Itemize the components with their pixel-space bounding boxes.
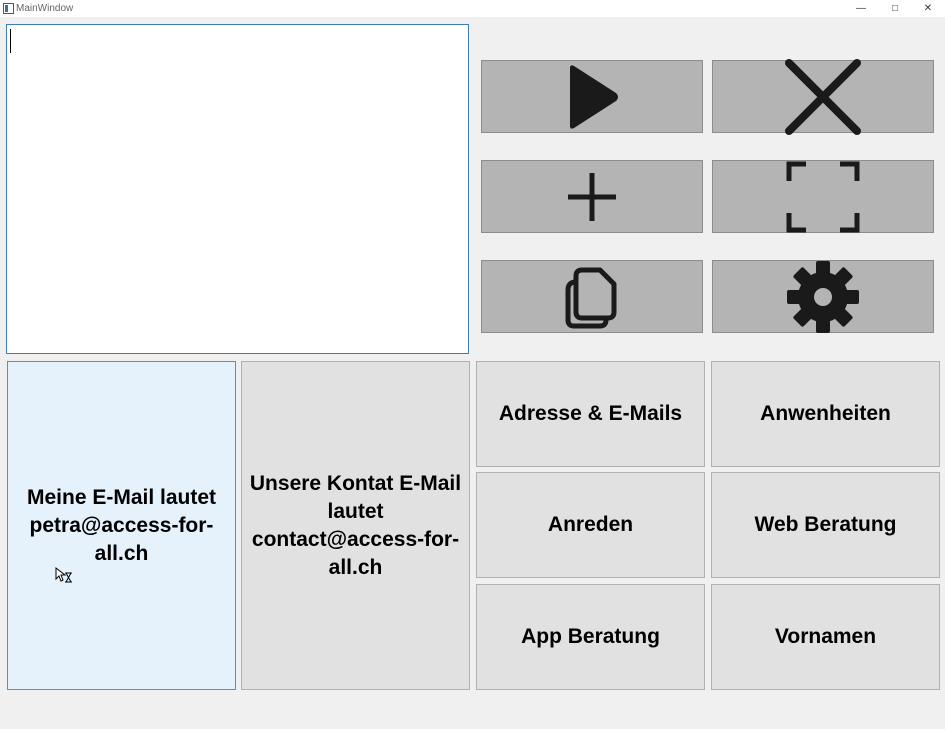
add-button[interactable] [481,160,703,233]
settings-button[interactable] [712,260,934,333]
copy-button[interactable] [481,260,703,333]
our-contact-button[interactable]: Unsere Kontat E-Mail lautet contact@acce… [241,361,470,690]
category-attendance-label: Anwenheiten [760,402,891,425]
category-app-consulting[interactable]: App Beratung [476,584,705,690]
category-web-consulting-label: Web Beratung [754,513,897,536]
category-first-names-label: Vornamen [774,625,877,648]
category-salutations-label: Anreden [547,513,634,536]
play-icon [570,64,618,129]
category-address-emails-label: Adresse & E-Mails [498,402,683,425]
category-app-consulting-label: App Beratung [521,625,660,648]
text-caret [10,29,11,53]
category-salutations[interactable]: Anreden [476,472,705,578]
fullscreen-icon [786,161,860,232]
play-button[interactable] [481,60,703,133]
window-title: MainWindow [16,3,74,14]
close-icon [785,58,861,135]
category-first-names[interactable]: Vornamen [711,584,940,690]
category-web-consulting[interactable]: Web Beratung [711,472,940,578]
fullscreen-button[interactable] [712,160,934,233]
close-window-button[interactable]: ✕ [911,0,945,17]
text-input-area[interactable] [6,24,469,354]
my-email-label: Meine E-Mail lautet petra@access-for-all… [26,485,217,565]
minimize-button[interactable]: — [844,0,878,17]
plus-icon [568,172,616,221]
category-address-emails[interactable]: Adresse & E-Mails [476,361,705,467]
app-icon [3,3,14,14]
busy-cursor-icon [55,567,72,583]
title-bar: MainWindow — □ ✕ [0,0,945,17]
copy-icon [565,267,617,328]
category-attendance[interactable]: Anwenheiten [711,361,940,467]
our-contact-label: Unsere Kontat E-Mail lautet contact@acce… [249,471,462,579]
close-button[interactable] [712,58,934,135]
my-email-button[interactable]: Meine E-Mail lautet petra@access-for-all… [7,361,236,690]
maximize-button[interactable]: □ [878,0,912,17]
gear-icon [787,260,859,333]
